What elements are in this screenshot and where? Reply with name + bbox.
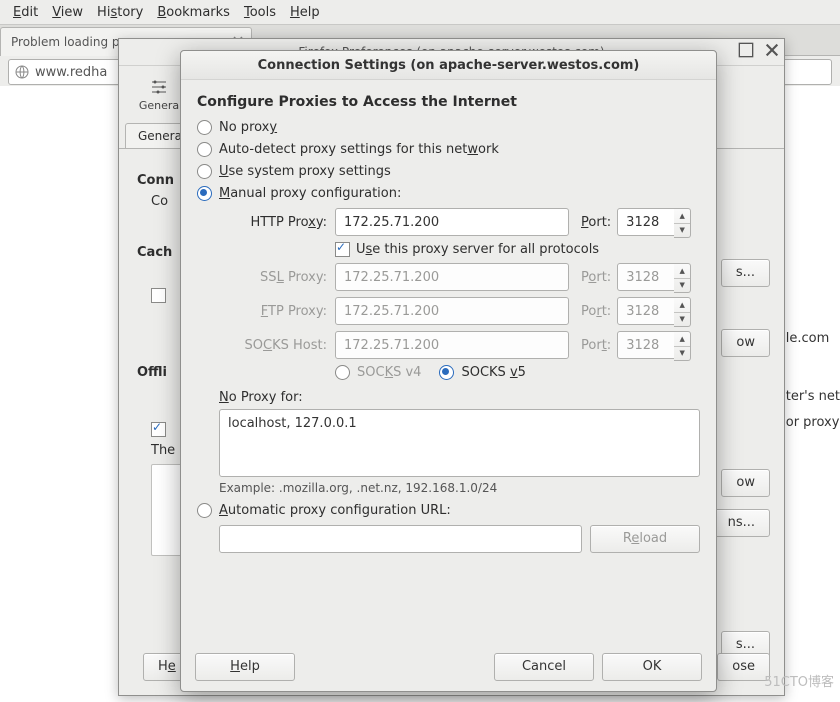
socks-proxy-row: SOCKS Host: 172.25.71.200 Port: 3128 ▲▼ [219, 331, 700, 359]
page-text-fragment: le.com ter's net or proxy [786, 326, 840, 436]
radio-auto-detect[interactable]: Auto-detect proxy settings for this netw… [197, 142, 700, 157]
radio-icon [197, 503, 212, 518]
chevron-down-icon: ▼ [674, 224, 690, 238]
menu-bookmarks[interactable]: Bookmarks [150, 5, 237, 20]
radio-no-proxy[interactable]: No proxy [197, 120, 700, 135]
radio-socks-v5[interactable]: SOCKS v5 [439, 365, 525, 380]
preferences-close-button[interactable]: ose [717, 653, 770, 681]
radio-icon [197, 186, 212, 201]
chevron-down-icon: ▼ [674, 313, 690, 327]
menu-help[interactable]: Help [283, 5, 327, 20]
cache-checkbox[interactable] [151, 288, 166, 303]
dialog-footer: Help Cancel OK [195, 653, 702, 681]
radio-icon [335, 365, 350, 380]
dialog-titlebar[interactable]: Connection Settings (on apache-server.we… [181, 51, 716, 80]
port-spinner[interactable]: ▲▼ [674, 208, 691, 238]
socks-proxy-host: 172.25.71.200 [335, 331, 569, 359]
url-text: www.redha [35, 65, 107, 80]
port-spinner: ▲▼ [674, 331, 691, 361]
radio-icon [197, 142, 212, 157]
ssl-proxy-row: SSL Proxy: 172.25.71.200 Port: 3128 ▲▼ [219, 263, 700, 291]
offline-checkbox[interactable] [151, 422, 166, 437]
chevron-down-icon: ▼ [674, 279, 690, 293]
auto-config-url-input[interactable] [219, 525, 582, 553]
offline-ow-button[interactable]: ow [721, 469, 770, 497]
radio-manual-proxy[interactable]: Manual proxy configuration: [197, 186, 700, 201]
close-icon[interactable] [764, 42, 780, 58]
chevron-up-icon: ▲ [674, 209, 690, 224]
radio-icon [197, 120, 212, 135]
ok-button[interactable]: OK [602, 653, 702, 681]
port-spinner: ▲▼ [674, 297, 691, 327]
radio-icon [439, 365, 454, 380]
menu-view[interactable]: View [45, 5, 90, 20]
reload-button[interactable]: Reload [590, 525, 700, 553]
radio-icon [197, 164, 212, 179]
connection-settings-dialog: Connection Settings (on apache-server.we… [180, 50, 717, 692]
use-all-checkbox[interactable] [335, 242, 350, 257]
ssl-proxy-host: 172.25.71.200 [335, 263, 569, 291]
no-proxy-label: No Proxy for: [219, 390, 700, 405]
cancel-button[interactable]: Cancel [494, 653, 594, 681]
radio-system-proxy[interactable]: Use system proxy settings [197, 164, 700, 179]
tab-title: Problem loading pa [11, 35, 127, 49]
manual-proxy-block: HTTP Proxy: 172.25.71.200 Port: 3128 ▲▼ … [219, 208, 700, 380]
menu-tools[interactable]: Tools [237, 5, 283, 20]
chevron-up-icon: ▲ [674, 298, 690, 313]
port-spinner: ▲▼ [674, 263, 691, 293]
globe-icon [15, 65, 29, 79]
settings-button[interactable]: s... [721, 259, 770, 287]
ftp-proxy-host: 172.25.71.200 [335, 297, 569, 325]
menu-edit[interactable]: Edit [6, 5, 45, 20]
use-all-protocols-row[interactable]: Use this proxy server for all protocols [335, 242, 700, 257]
sliders-icon [149, 77, 169, 97]
no-proxy-example: Example: .mozilla.org, .net.nz, 192.168.… [219, 481, 700, 495]
chevron-down-icon: ▼ [674, 347, 690, 361]
menubar: Edit View History Bookmarks Tools Help [0, 0, 840, 25]
maximize-icon[interactable] [738, 42, 754, 58]
exceptions-button[interactable]: ns... [713, 509, 770, 537]
chevron-up-icon: ▲ [674, 264, 690, 279]
socks-version-row: SOCKS v4 SOCKS v5 [335, 365, 700, 380]
http-proxy-host[interactable]: 172.25.71.200 [335, 208, 569, 236]
chevron-up-icon: ▲ [674, 332, 690, 347]
http-proxy-row: HTTP Proxy: 172.25.71.200 Port: 3128 ▲▼ [219, 208, 700, 236]
ftp-proxy-row: FTP Proxy: 172.25.71.200 Port: 3128 ▲▼ [219, 297, 700, 325]
clear-now-button[interactable]: ow [721, 329, 770, 357]
menu-history[interactable]: History [90, 5, 150, 20]
radio-auto-url[interactable]: Automatic proxy configuration URL: [197, 503, 700, 518]
no-proxy-input[interactable]: localhost, 127.0.0.1 [219, 409, 700, 477]
help-button[interactable]: Help [195, 653, 295, 681]
radio-socks-v4: SOCKS v4 [335, 365, 421, 380]
dialog-title: Connection Settings (on apache-server.we… [258, 58, 640, 73]
dialog-heading: Configure Proxies to Access the Internet [197, 94, 700, 110]
